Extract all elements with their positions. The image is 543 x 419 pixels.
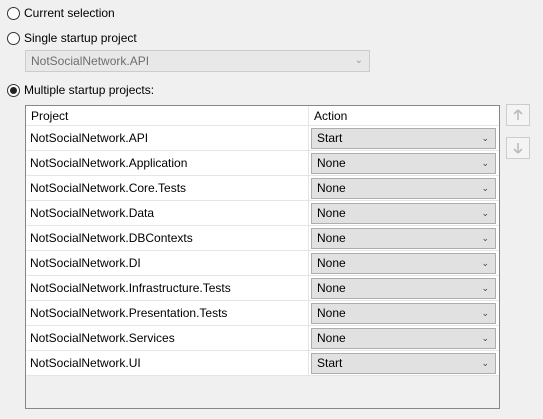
project-name-cell: NotSocialNetwork.DI	[26, 251, 309, 275]
action-value: None	[317, 206, 346, 220]
column-header-action[interactable]: Action	[309, 106, 499, 125]
action-cell: None ⌄	[309, 326, 499, 350]
radio-single-startup[interactable]: Single startup project	[7, 30, 137, 46]
action-dropdown[interactable]: None ⌄	[311, 228, 496, 249]
action-dropdown[interactable]: None ⌄	[311, 328, 496, 349]
action-dropdown[interactable]: None ⌄	[311, 253, 496, 274]
action-value: None	[317, 156, 346, 170]
action-cell: None ⌄	[309, 276, 499, 300]
action-value: None	[317, 306, 346, 320]
radio-button[interactable]	[7, 31, 20, 45]
action-dropdown[interactable]: Start ⌄	[311, 353, 496, 374]
arrow-down-icon	[513, 143, 523, 154]
action-cell: None ⌄	[309, 176, 499, 200]
project-name-cell: NotSocialNetwork.UI	[26, 351, 309, 375]
radio-current-selection[interactable]: Current selection	[7, 5, 115, 21]
project-name-cell: NotSocialNetwork.Application	[26, 151, 309, 175]
action-cell: None ⌄	[309, 151, 499, 175]
action-value: None	[317, 181, 346, 195]
radio-label: Current selection	[24, 6, 115, 20]
table-row[interactable]: NotSocialNetwork.DI None ⌄	[26, 251, 499, 276]
action-cell: Start ⌄	[309, 351, 499, 375]
radio-button[interactable]	[7, 83, 20, 97]
action-cell: None ⌄	[309, 301, 499, 325]
project-name-cell: NotSocialNetwork.Core.Tests	[26, 176, 309, 200]
action-cell: None ⌄	[309, 226, 499, 250]
chevron-down-icon: ⌄	[354, 55, 363, 66]
chevron-down-icon: ⌄	[481, 333, 489, 343]
table-row[interactable]: NotSocialNetwork.Data None ⌄	[26, 201, 499, 226]
chevron-down-icon: ⌄	[481, 183, 489, 193]
column-header-project[interactable]: Project	[26, 106, 309, 125]
action-value: Start	[317, 356, 343, 370]
project-name-cell: NotSocialNetwork.Data	[26, 201, 309, 225]
action-value: None	[317, 331, 346, 345]
chevron-down-icon: ⌄	[481, 133, 489, 143]
radio-button[interactable]	[7, 6, 20, 20]
radio-label: Single startup project	[24, 31, 137, 45]
action-dropdown[interactable]: None ⌄	[311, 278, 496, 299]
action-value: Start	[317, 131, 343, 145]
arrow-up-icon	[513, 109, 523, 120]
project-name-cell: NotSocialNetwork.Presentation.Tests	[26, 301, 309, 325]
combo-value: NotSocialNetwork.API	[31, 54, 150, 68]
radio-label: Multiple startup projects:	[24, 83, 155, 97]
action-dropdown[interactable]: Start ⌄	[311, 128, 496, 149]
chevron-down-icon: ⌄	[481, 233, 489, 243]
table-row[interactable]: NotSocialNetwork.Core.Tests None ⌄	[26, 176, 499, 201]
project-name-cell: NotSocialNetwork.Infrastructure.Tests	[26, 276, 309, 300]
chevron-down-icon: ⌄	[481, 258, 489, 268]
radio-multiple-startup[interactable]: Multiple startup projects:	[7, 82, 154, 98]
project-name-cell: NotSocialNetwork.API	[26, 126, 309, 150]
action-cell: Start ⌄	[309, 126, 499, 150]
table-row[interactable]: NotSocialNetwork.UI Start ⌄	[26, 351, 499, 376]
chevron-down-icon: ⌄	[481, 358, 489, 368]
startup-projects-grid: Project Action NotSocialNetwork.API Start…	[25, 105, 500, 409]
single-startup-combo: NotSocialNetwork.API ⌄	[25, 50, 370, 72]
project-name-cell: NotSocialNetwork.DBContexts	[26, 226, 309, 250]
action-cell: None ⌄	[309, 251, 499, 275]
project-name-cell: NotSocialNetwork.Services	[26, 326, 309, 350]
chevron-down-icon: ⌄	[481, 308, 489, 318]
action-value: None	[317, 231, 346, 245]
table-row[interactable]: NotSocialNetwork.DBContexts None ⌄	[26, 226, 499, 251]
table-row[interactable]: NotSocialNetwork.Infrastructure.Tests Non…	[26, 276, 499, 301]
table-row[interactable]: NotSocialNetwork.Application None ⌄	[26, 151, 499, 176]
action-cell: None ⌄	[309, 201, 499, 225]
chevron-down-icon: ⌄	[481, 158, 489, 168]
action-dropdown[interactable]: None ⌄	[311, 303, 496, 324]
action-value: None	[317, 256, 346, 270]
move-down-button[interactable]	[506, 137, 530, 159]
move-up-button[interactable]	[506, 104, 530, 126]
grid-header: Project Action	[26, 106, 499, 126]
table-row[interactable]: NotSocialNetwork.Services None ⌄	[26, 326, 499, 351]
chevron-down-icon: ⌄	[481, 208, 489, 218]
action-dropdown[interactable]: None ⌄	[311, 153, 496, 174]
table-row[interactable]: NotSocialNetwork.API Start ⌄	[26, 126, 499, 151]
action-dropdown[interactable]: None ⌄	[311, 203, 496, 224]
table-row[interactable]: NotSocialNetwork.Presentation.Tests None ⌄	[26, 301, 499, 326]
action-value: None	[317, 281, 346, 295]
chevron-down-icon: ⌄	[481, 283, 489, 293]
action-dropdown[interactable]: None ⌄	[311, 178, 496, 199]
